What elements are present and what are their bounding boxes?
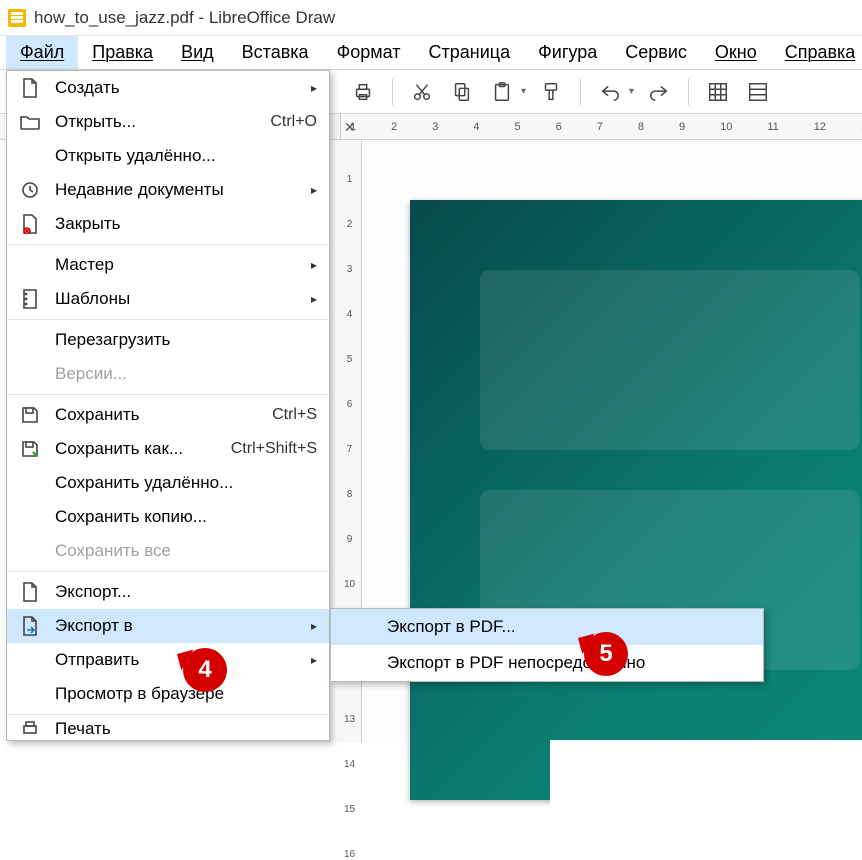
dropdown-caret-icon[interactable]: ▾ (629, 86, 634, 97)
annotation-callout-5: 5 (584, 632, 628, 676)
submenu-item-export-pdf[interactable]: Экспорт в PDF... (331, 609, 763, 645)
menu-item-preview-browser[interactable]: Просмотр в браузере (7, 677, 329, 711)
menu-item-export-as[interactable]: Экспорт в ▸ (7, 609, 329, 643)
templates-icon (17, 288, 43, 310)
submenu-arrow-icon: ▸ (311, 258, 317, 272)
menu-view[interactable]: Вид (167, 36, 228, 69)
page-panel (480, 270, 860, 450)
menu-item-save-copy[interactable]: Сохранить копию... (7, 500, 329, 534)
export-as-icon (17, 615, 43, 637)
cut-button[interactable] (407, 77, 437, 107)
print-direct-button[interactable] (348, 77, 378, 107)
menu-item-templates[interactable]: Шаблоны ▸ (7, 282, 329, 316)
menu-item-versions: Версии... (7, 357, 329, 391)
submenu-arrow-icon: ▸ (311, 292, 317, 306)
menu-item-reload[interactable]: Перезагрузить (7, 323, 329, 357)
window-title: how_to_use_jazz.pdf - LibreOffice Draw (34, 8, 335, 28)
submenu-arrow-icon: ▸ (311, 183, 317, 197)
menu-bar: Файл Правка Вид Вставка Формат Страница … (0, 36, 862, 70)
dropdown-caret-icon[interactable]: ▾ (521, 86, 526, 97)
annotation-callout-4: 4 (183, 648, 227, 692)
title-bar: how_to_use_jazz.pdf - LibreOffice Draw (0, 0, 862, 36)
menu-item-open-remote[interactable]: Открыть удалённо... (7, 139, 329, 173)
folder-open-icon (17, 111, 43, 133)
document-page[interactable] (410, 200, 862, 800)
submenu-arrow-icon: ▸ (311, 619, 317, 633)
menu-tools[interactable]: Сервис (611, 36, 701, 69)
menu-item-wizard[interactable]: Мастер ▸ (7, 248, 329, 282)
file-menu-dropdown: Создать ▸ Открыть... Ctrl+O Открыть удал… (6, 70, 330, 741)
submenu-arrow-icon: ▸ (311, 81, 317, 95)
close-doc-icon (17, 213, 43, 235)
submenu-arrow-icon: ▸ (311, 653, 317, 667)
menu-format[interactable]: Формат (323, 36, 415, 69)
submenu-item-export-pdf-direct[interactable]: Экспорт в PDF непосредственно (331, 645, 763, 681)
export-icon (17, 581, 43, 603)
menu-window[interactable]: Окно (701, 36, 771, 69)
undo-button[interactable] (595, 77, 625, 107)
print-icon (17, 718, 43, 740)
menu-item-save-as[interactable]: Сохранить как... Ctrl+Shift+S (7, 432, 329, 466)
menu-item-save-all: Сохранить все (7, 534, 329, 568)
menu-item-print[interactable]: Печать (7, 718, 329, 740)
new-doc-icon (17, 77, 43, 99)
toolbar-separator (688, 79, 689, 105)
menu-page[interactable]: Страница (415, 36, 525, 69)
save-as-icon (17, 438, 43, 460)
menu-item-export[interactable]: Экспорт... (7, 575, 329, 609)
menu-item-open[interactable]: Открыть... Ctrl+O (7, 105, 329, 139)
grid-button[interactable] (703, 77, 733, 107)
menu-edit[interactable]: Правка (78, 36, 167, 69)
export-as-submenu: Экспорт в PDF... Экспорт в PDF непосредс… (330, 608, 764, 682)
clone-format-button[interactable] (536, 77, 566, 107)
paste-button[interactable] (487, 77, 517, 107)
menu-item-save-remote[interactable]: Сохранить удалённо... (7, 466, 329, 500)
menu-file[interactable]: Файл (6, 36, 78, 69)
menu-insert[interactable]: Вставка (228, 36, 323, 69)
menu-shape[interactable]: Фигура (524, 36, 611, 69)
menu-item-save[interactable]: Сохранить Ctrl+S (7, 398, 329, 432)
copy-button[interactable] (447, 77, 477, 107)
menu-help[interactable]: Справка (771, 36, 862, 69)
clock-icon (17, 179, 43, 201)
menu-item-new[interactable]: Создать ▸ (7, 71, 329, 105)
menu-item-close[interactable]: Закрыть (7, 207, 329, 241)
app-icon (8, 9, 26, 27)
toolbar-separator (392, 79, 393, 105)
menu-item-recent[interactable]: Недавние документы ▸ (7, 173, 329, 207)
snap-button[interactable] (743, 77, 773, 107)
toolbar-separator (580, 79, 581, 105)
save-icon (17, 404, 43, 426)
page-panel (550, 740, 862, 820)
redo-button[interactable] (644, 77, 674, 107)
